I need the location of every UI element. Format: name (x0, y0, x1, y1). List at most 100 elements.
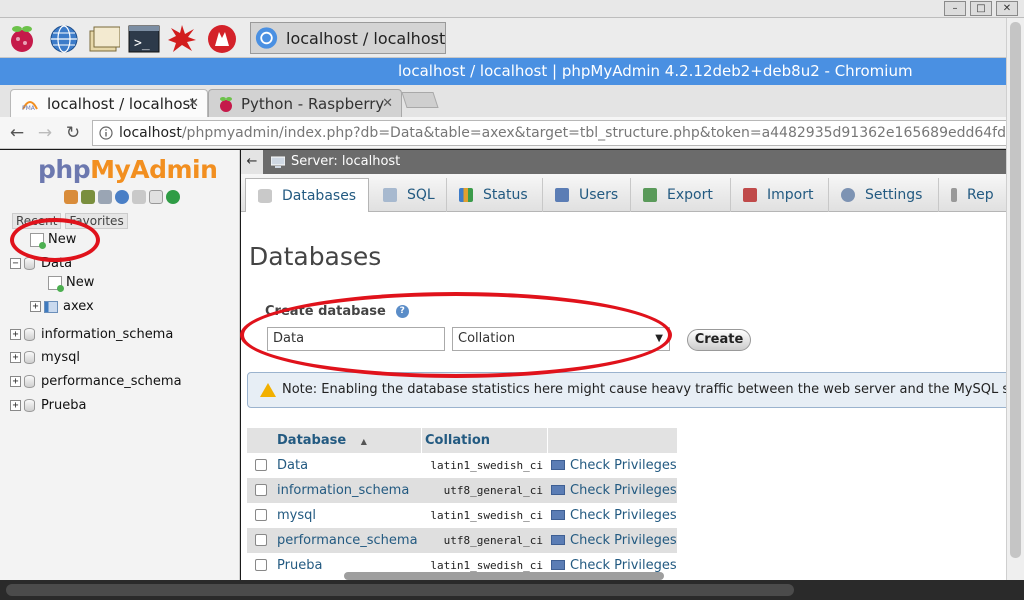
tree-item-performance-schema[interactable]: + performance_schema (10, 374, 182, 389)
phpmyadmin-logo[interactable]: phpMyAdmin (38, 155, 218, 184)
window-title: localhost / localhost | phpMyAdmin 4.2.1… (398, 62, 913, 80)
database-link[interactable]: performance_schema (277, 528, 421, 553)
collapse-nav-arrow-icon[interactable]: ← (241, 150, 263, 174)
row-checkbox[interactable] (255, 559, 267, 571)
tree-item-prueba[interactable]: + Prueba (10, 398, 86, 413)
expand-icon[interactable]: + (10, 376, 21, 387)
new-tab-button[interactable] (401, 92, 439, 108)
database-link[interactable]: Data (277, 453, 421, 478)
raspberry-icon[interactable] (6, 23, 38, 55)
table-row: Data latin1_swedish_ci Check Privileges (247, 453, 677, 478)
tab-export[interactable]: Export (631, 178, 731, 212)
database-link[interactable]: information_schema (277, 478, 421, 503)
wrench-icon (841, 188, 855, 202)
scroll-thumb[interactable] (1010, 22, 1021, 558)
url-host: localhost (119, 125, 182, 141)
toolbar: ← → ↻ localhost/phpmyadmin/index.php?db=… (0, 117, 1006, 149)
minimize-button[interactable]: – (944, 1, 966, 16)
wolfram-icon[interactable] (206, 23, 238, 55)
server-label[interactable]: Server: localhost (291, 150, 400, 174)
home-icon[interactable] (64, 190, 78, 204)
tab-sql[interactable]: SQL (371, 178, 447, 212)
folder-icon[interactable] (88, 23, 120, 55)
row-checkbox[interactable] (255, 509, 267, 521)
check-privileges-link[interactable]: Check Privileges (551, 528, 677, 553)
table-row: performance_schema utf8_general_ci Check… (247, 528, 677, 553)
sql-icon (383, 188, 397, 202)
bottom-scrollbar[interactable] (0, 580, 1024, 600)
settings-icon[interactable] (149, 190, 163, 204)
expand-icon[interactable]: + (10, 329, 21, 340)
navigation-panel: phpMyAdmin Recent Favorites New − Data N… (0, 150, 240, 580)
close-button[interactable]: ✕ (996, 1, 1018, 16)
expand-icon[interactable]: + (10, 352, 21, 363)
check-privileges-link[interactable]: Check Privileges (551, 453, 677, 478)
documentation-icon[interactable] (132, 190, 146, 204)
desktop-top-bar: – □ ✕ (0, 0, 1024, 18)
chromium-icon (255, 27, 278, 49)
back-arrow-icon[interactable]: ← (6, 122, 28, 144)
tab-python[interactable]: Python - Raspberry ✕ (208, 89, 402, 117)
annotation-ring-new (10, 218, 100, 262)
terminal-icon[interactable]: >_ (128, 23, 160, 55)
database-link[interactable]: mysql (277, 503, 421, 528)
tree-item-axex[interactable]: + axex (30, 299, 94, 314)
globe-icon[interactable] (48, 23, 80, 55)
row-checkbox[interactable] (255, 459, 267, 471)
database-icon (24, 375, 35, 388)
close-tab-icon[interactable]: ✕ (382, 96, 393, 111)
horizontal-scroll-thumb[interactable] (344, 572, 664, 580)
tree-item-data-new-table[interactable]: New (48, 275, 94, 292)
forward-arrow-icon[interactable]: → (34, 122, 56, 144)
annotation-ring-create-form (240, 292, 672, 378)
reload-nav-icon[interactable] (166, 190, 180, 204)
reload-icon[interactable]: ↻ (62, 122, 84, 144)
table-icon (44, 300, 58, 313)
tree-item-mysql[interactable]: + mysql (10, 350, 80, 365)
tab-databases[interactable]: Databases (245, 178, 369, 212)
sql-query-icon[interactable] (98, 190, 112, 204)
page-title: Databases (249, 242, 382, 271)
collapse-icon[interactable]: − (10, 258, 21, 269)
tab-label: Python - Raspberry (241, 94, 385, 113)
header-database[interactable]: Database ▲ (277, 428, 421, 453)
server-breadcrumb-bar: ← Server: localhost (241, 150, 1006, 174)
statistics-note: Note: Enabling the database statistics h… (247, 372, 1006, 408)
task-label: localhost / localhost ... (286, 28, 445, 48)
check-privileges-link[interactable]: Check Privileges (551, 478, 677, 503)
tab-import[interactable]: Import (731, 178, 829, 212)
create-button[interactable]: Create (687, 329, 751, 351)
address-bar[interactable]: localhost/phpmyadmin/index.php?db=Data&t… (92, 120, 1006, 146)
row-checkbox[interactable] (255, 534, 267, 546)
table-row: mysql latin1_swedish_ci Check Privileges (247, 503, 677, 528)
databases-icon (258, 188, 272, 203)
header-collation[interactable]: Collation (425, 428, 547, 453)
task-chromium-window[interactable]: localhost / localhost ... (250, 22, 446, 54)
tab-replication[interactable]: Rep (939, 178, 1006, 212)
expand-icon[interactable]: + (10, 400, 21, 411)
nav-icon-bar (64, 190, 180, 204)
close-tab-icon[interactable]: ✕ (188, 96, 199, 111)
export-icon (643, 188, 657, 202)
row-checkbox[interactable] (255, 484, 267, 496)
tree-item-information-schema[interactable]: + information_schema (10, 327, 173, 342)
svg-text:>_: >_ (134, 36, 150, 51)
help-icon[interactable] (115, 190, 129, 204)
vertical-scrollbar[interactable] (1006, 18, 1024, 580)
expand-icon[interactable]: + (30, 301, 41, 312)
burst-icon[interactable] (166, 23, 198, 55)
logout-icon[interactable] (81, 190, 95, 204)
collation-value: latin1_swedish_ci (430, 509, 543, 522)
pma-favicon: PMA (22, 100, 38, 111)
tab-localhost[interactable]: PMA localhost / localhost ✕ (10, 89, 208, 117)
maximize-button[interactable]: □ (970, 1, 992, 16)
privileges-icon (551, 510, 565, 520)
bottom-scroll-thumb[interactable] (6, 584, 794, 596)
collation-value: utf8_general_ci (443, 534, 543, 547)
users-icon (555, 188, 569, 202)
tab-label: localhost / localhost (47, 94, 197, 113)
tab-users[interactable]: Users (543, 178, 631, 212)
tab-status[interactable]: Status (447, 178, 543, 212)
check-privileges-link[interactable]: Check Privileges (551, 503, 677, 528)
tab-settings[interactable]: Settings (829, 178, 939, 212)
